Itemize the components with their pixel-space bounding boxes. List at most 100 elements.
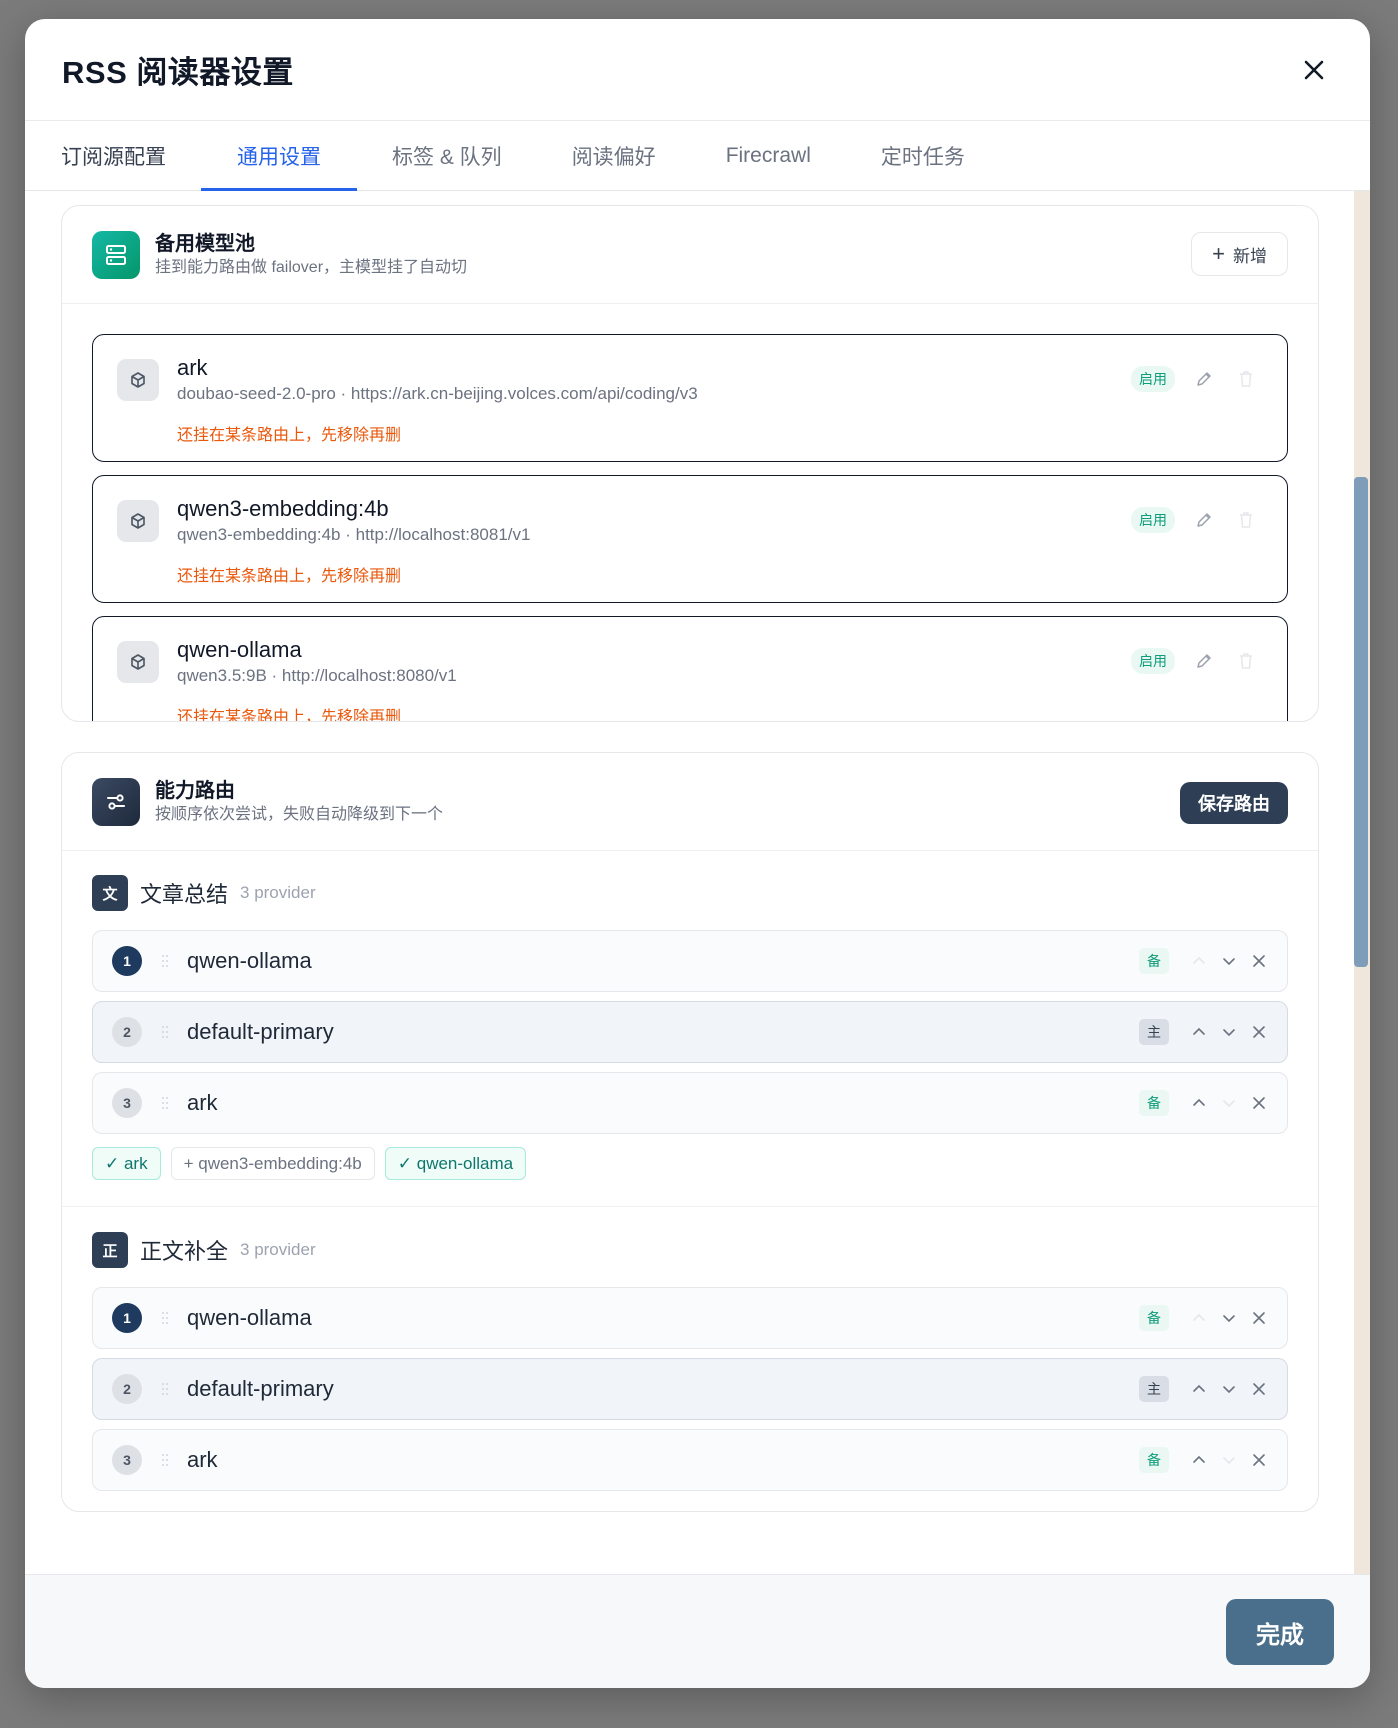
move-down-button[interactable]: [1216, 1376, 1241, 1402]
move-up-button[interactable]: [1186, 1447, 1211, 1473]
route-order-number: 1: [112, 946, 142, 976]
provider-chip[interactable]: ✓ ark: [92, 1147, 161, 1180]
cube-icon: [117, 641, 159, 683]
tab-firecrawl[interactable]: Firecrawl: [691, 121, 846, 190]
move-down-button[interactable]: [1216, 1305, 1241, 1331]
delete-button[interactable]: [1233, 366, 1259, 392]
status-badge[interactable]: 启用: [1131, 648, 1175, 674]
close-icon: [1252, 1383, 1265, 1395]
backup-pool-card: 备用模型池 挂到能力路由做 failover，主模型挂了自动切 + 新增 ark…: [61, 205, 1319, 722]
move-up-button[interactable]: [1186, 1019, 1211, 1045]
move-down-button[interactable]: [1216, 948, 1241, 974]
model-name: qwen-ollama: [177, 637, 302, 662]
tab-general-settings[interactable]: 通用设置: [201, 121, 357, 191]
drag-handle-icon[interactable]: [160, 1025, 170, 1039]
trash-icon: [1240, 653, 1252, 669]
divider: [62, 1206, 1318, 1207]
tab-feed-config[interactable]: 订阅源配置: [61, 121, 201, 190]
edit-button[interactable]: [1191, 366, 1217, 392]
route-group-header: 文 文章总结 3 provider: [92, 875, 316, 911]
provider-chip[interactable]: ✓ qwen-ollama: [384, 1147, 527, 1180]
done-button[interactable]: 完成: [1226, 1599, 1334, 1665]
route-group-name: 正文补全: [140, 1239, 229, 1264]
route-group-count: 3 provider: [240, 883, 316, 902]
remove-button[interactable]: [1246, 948, 1271, 974]
scrollbar-thumb[interactable]: [1354, 477, 1368, 967]
backup-pool-title: 备用模型池: [155, 232, 255, 255]
route-group-count: 3 provider: [240, 1240, 316, 1259]
close-button[interactable]: [1294, 50, 1334, 90]
close-icon: [1304, 60, 1324, 79]
model-meta: qwen3.5:9B · http://localhost:8080/v1: [177, 666, 457, 685]
close-icon: [1252, 1454, 1265, 1466]
model-meta: qwen3-embedding:4b · http://localhost:80…: [177, 525, 531, 544]
tab-reading-prefs[interactable]: 阅读偏好: [537, 121, 691, 190]
route-order-number: 2: [112, 1017, 142, 1047]
drag-handle-icon[interactable]: [160, 1311, 170, 1325]
settings-content[interactable]: 备用模型池 挂到能力路由做 failover，主模型挂了自动切 + 新增 ark…: [25, 191, 1370, 1574]
move-down-button[interactable]: [1216, 1090, 1241, 1116]
status-badge[interactable]: 启用: [1131, 366, 1175, 392]
close-icon: [1252, 1312, 1265, 1324]
remove-button[interactable]: [1246, 1305, 1271, 1331]
role-tag: 备: [1139, 1090, 1169, 1116]
status-badge[interactable]: 启用: [1131, 507, 1175, 533]
close-icon: [1252, 1097, 1265, 1109]
edit-button[interactable]: [1191, 507, 1217, 533]
route-row: 3 ark 备: [92, 1429, 1288, 1491]
add-model-button[interactable]: + 新增: [1191, 232, 1288, 276]
tab-scheduled-tasks[interactable]: 定时任务: [846, 121, 1000, 190]
model-warning: 还挂在某条路由上，先移除再删: [177, 427, 402, 444]
route-row: 1 qwen-ollama 备: [92, 930, 1288, 992]
remove-button[interactable]: [1246, 1019, 1271, 1045]
route-order-number: 3: [112, 1445, 142, 1475]
chevron-down-icon: [1222, 1386, 1235, 1394]
role-tag: 备: [1139, 1305, 1169, 1331]
model-item: qwen-ollama qwen3.5:9B · http://localhos…: [92, 616, 1288, 722]
route-group-badge: 文: [92, 875, 128, 911]
move-down-button[interactable]: [1216, 1447, 1241, 1473]
modal-footer: 完成: [25, 1574, 1370, 1688]
add-model-label: 新增: [1233, 246, 1267, 266]
remove-button[interactable]: [1246, 1376, 1271, 1402]
route-provider-label: ark: [187, 1447, 218, 1472]
settings-modal: RSS 阅读器设置 订阅源配置 通用设置 标签 & 队列 阅读偏好 Firecr…: [25, 19, 1370, 1688]
route-provider-label: default-primary: [187, 1376, 334, 1401]
provider-chip[interactable]: + qwen3-embedding:4b: [170, 1147, 375, 1180]
remove-button[interactable]: [1246, 1090, 1271, 1116]
route-row: 2 default-primary 主: [92, 1358, 1288, 1420]
move-up-button[interactable]: [1186, 1376, 1211, 1402]
edit-button[interactable]: [1191, 648, 1217, 674]
save-route-button[interactable]: 保存路由: [1180, 782, 1288, 824]
drag-handle-icon[interactable]: [160, 954, 170, 968]
remove-button[interactable]: [1246, 1447, 1271, 1473]
drag-handle-icon[interactable]: [160, 1453, 170, 1467]
chevron-up-icon: [1192, 1313, 1205, 1321]
move-up-button[interactable]: [1186, 948, 1211, 974]
move-up-button[interactable]: [1186, 1305, 1211, 1331]
pencil-icon: [1197, 513, 1211, 527]
tab-bar: 订阅源配置 通用设置 标签 & 队列 阅读偏好 Firecrawl 定时任务: [25, 121, 1370, 191]
move-down-button[interactable]: [1216, 1019, 1241, 1045]
close-icon: [1252, 1026, 1265, 1038]
model-meta: doubao-seed-2.0-pro · https://ark.cn-bei…: [177, 384, 698, 403]
route-row: 2 default-primary 主: [92, 1001, 1288, 1063]
cube-icon: [117, 359, 159, 401]
tab-tags-queue[interactable]: 标签 & 队列: [357, 121, 537, 190]
drag-handle-icon[interactable]: [160, 1096, 170, 1110]
move-up-button[interactable]: [1186, 1090, 1211, 1116]
modal-title: RSS 阅读器设置: [62, 55, 294, 90]
delete-button[interactable]: [1233, 507, 1259, 533]
model-warning: 还挂在某条路由上，先移除再删: [177, 709, 402, 722]
delete-button[interactable]: [1233, 648, 1259, 674]
route-order-number: 2: [112, 1374, 142, 1404]
trash-icon: [1240, 371, 1252, 387]
role-tag: 主: [1139, 1376, 1169, 1402]
route-group-header: 正 正文补全 3 provider: [92, 1232, 316, 1268]
chevron-up-icon: [1192, 956, 1205, 964]
routing-header: 能力路由 按顺序依次尝试，失败自动降级到下一个 保存路由: [62, 753, 1318, 851]
cube-icon: [117, 500, 159, 542]
chevron-down-icon: [1222, 958, 1235, 966]
drag-handle-icon[interactable]: [160, 1382, 170, 1396]
close-icon: [1252, 955, 1265, 967]
